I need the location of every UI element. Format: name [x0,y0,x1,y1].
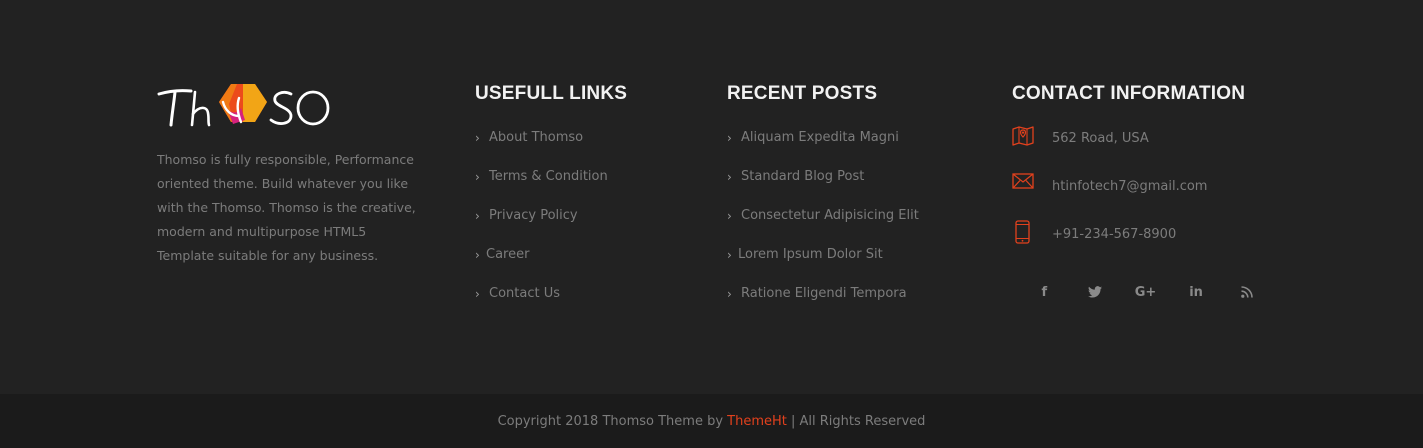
contact-list: 562 Road, USA htinfotech7@gmail.com +91-… [1012,126,1272,275]
about-column: Thomso is fully responsible, Performance… [157,80,427,268]
twitter-icon[interactable] [1070,277,1121,307]
envelope-icon [1012,172,1052,196]
copyright-prefix: Copyright 2018 Thomso Theme by [497,413,728,429]
themeht-link[interactable]: ThemeHt [727,414,787,429]
chevron-right-icon: › [475,170,480,184]
social-links: f G+ in [1019,277,1272,307]
useful-link-contact[interactable]: › Contact Us [475,286,695,325]
chevron-right-icon: › [727,131,732,145]
contact-column: CONTACT INFORMATION 562 Road, USA htinfo… [1012,82,1272,307]
contact-title: CONTACT INFORMATION [1012,83,1246,104]
recent-post-item[interactable]: › Standard Blog Post [727,169,977,208]
recent-post-item[interactable]: › Lorem Ipsum Dolor Sit [727,247,977,286]
useful-link-about[interactable]: › About Thomso [475,130,695,169]
useful-link-career[interactable]: › Career [475,247,695,286]
site-logo[interactable] [157,80,332,132]
useful-links-list: › About Thomso › Terms & Condition › Privac… [475,130,695,325]
useful-link-privacy[interactable]: › Privacy Policy [475,208,695,247]
thomso-logo [157,84,330,127]
recent-posts-title: RECENT POSTS [727,83,878,104]
chevron-right-icon: › [727,170,732,184]
contact-phone[interactable]: +91-234-567-8900 [1012,220,1272,275]
about-text: Thomso is fully responsible, Performance… [157,152,416,263]
linkedin-icon[interactable]: in [1171,277,1222,307]
map-icon [1012,124,1052,148]
chevron-right-icon: › [475,131,480,145]
useful-links-column: USEFULL LINKS › About Thomso › Terms & Con… [475,82,695,325]
facebook-icon[interactable]: f [1019,277,1070,307]
phone-icon [1012,220,1052,244]
chevron-right-icon: › [475,209,480,223]
copyright-bar: Copyright 2018 Thomso Theme by ThemeHt |… [0,394,1423,448]
chevron-right-icon: › [727,209,732,223]
recent-post-item[interactable]: › Consectetur Adipisicing Elit [727,208,977,247]
chevron-right-icon: › [727,248,732,262]
recent-posts-list: › Aliquam Expedita Magni › Standard Blog P… [727,130,977,325]
recent-post-item[interactable]: › Ratione Eligendi Tempora [727,286,977,325]
chevron-right-icon: › [727,287,732,301]
google-plus-icon[interactable]: G+ [1120,277,1171,307]
chevron-right-icon: › [475,287,480,301]
rss-icon[interactable] [1221,277,1272,307]
useful-link-terms[interactable]: › Terms & Condition [475,169,695,208]
footer-main: Thomso is fully responsible, Performance… [0,0,1423,394]
useful-links-title: USEFULL LINKS [475,83,628,104]
chevron-right-icon: › [475,248,480,262]
copyright-suffix: | All Rights Reserved [786,413,926,429]
recent-posts-column: RECENT POSTS › Aliquam Expedita Magni › St… [727,82,977,325]
recent-post-item[interactable]: › Aliquam Expedita Magni [727,130,977,169]
